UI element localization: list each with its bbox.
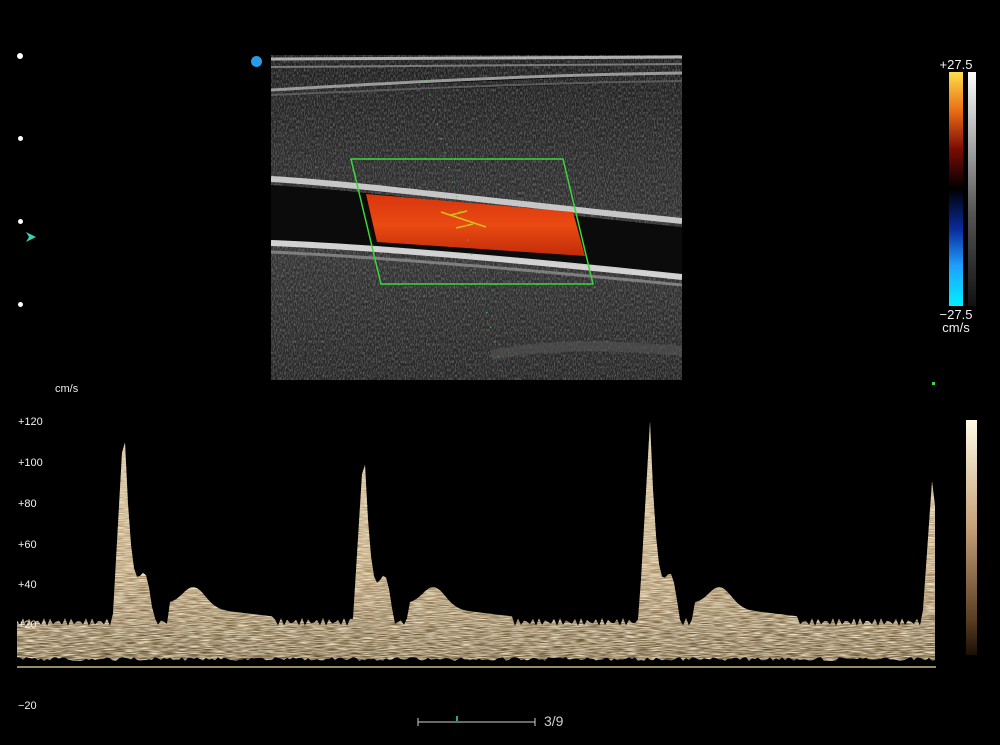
depth-marker [18,136,23,141]
gray-scale-bar [968,72,976,306]
focus-marker-icon[interactable] [25,231,37,243]
spectral-gray-scale-bar [966,420,977,655]
y-tick-label: +60 [18,539,37,551]
frame-counter: 3/9 [544,713,563,729]
color-scale-bar [949,72,963,306]
orientation-dot-icon [251,56,262,67]
y-tick-label: +20 [18,619,37,631]
color-scale-top-label: +27.5 [936,57,976,72]
spectral-doppler-trace[interactable] [0,380,1000,745]
y-tick-label: +80 [18,498,37,510]
color-scale-unit: cm/s [936,320,976,335]
y-tick-label: +100 [18,457,43,469]
y-tick-label: −20 [18,700,37,712]
y-tick-label: +40 [18,579,37,591]
y-tick-label: +120 [18,416,43,428]
depth-marker [18,219,23,224]
depth-marker [17,53,23,59]
bmode-image[interactable] [271,55,682,380]
depth-marker [18,302,23,307]
